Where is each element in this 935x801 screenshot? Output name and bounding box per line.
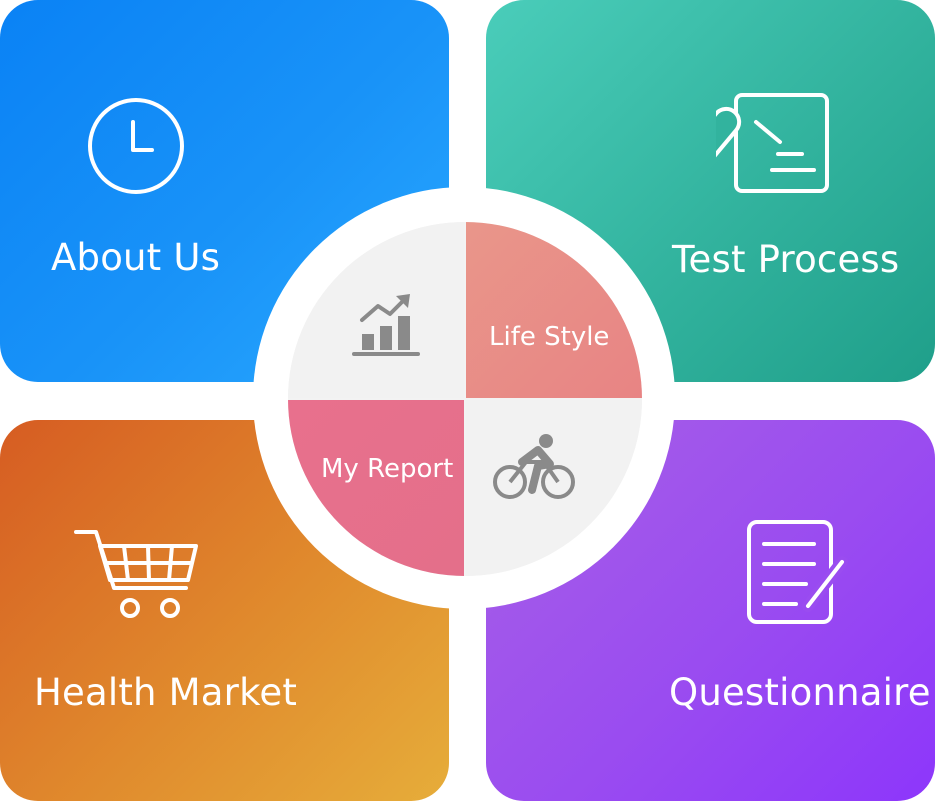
shopping-cart-icon xyxy=(74,528,199,624)
health-market-label: Health Market xyxy=(34,671,298,714)
hub-cyclist-button[interactable] xyxy=(466,400,642,576)
test-process-label: Test Process xyxy=(672,238,900,281)
hub-growth-chart-button[interactable] xyxy=(288,222,464,398)
my-report-label: My Report xyxy=(321,454,454,484)
test-tube-document-icon xyxy=(682,92,831,201)
document-pencil-icon xyxy=(744,518,849,632)
questionnaire-label: Questionnaire xyxy=(669,671,931,714)
hub-circle: Life Style My Report xyxy=(288,222,642,576)
hub-my-report-button[interactable]: My Report xyxy=(288,400,464,576)
growth-chart-icon xyxy=(352,292,422,366)
cyclist-icon xyxy=(492,432,576,506)
life-style-label: Life Style xyxy=(489,322,610,352)
about-us-label: About Us xyxy=(51,236,221,279)
hub-life-style-button[interactable]: Life Style xyxy=(466,222,642,398)
clock-icon xyxy=(86,96,186,200)
